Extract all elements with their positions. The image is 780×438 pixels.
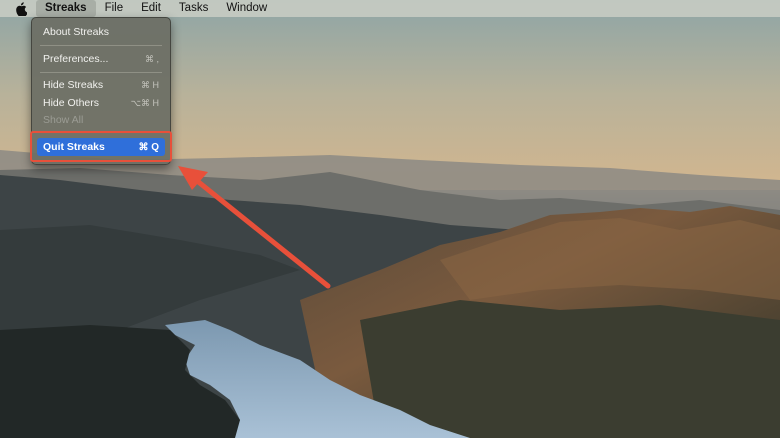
- annotation-arrow-icon: [178, 166, 331, 289]
